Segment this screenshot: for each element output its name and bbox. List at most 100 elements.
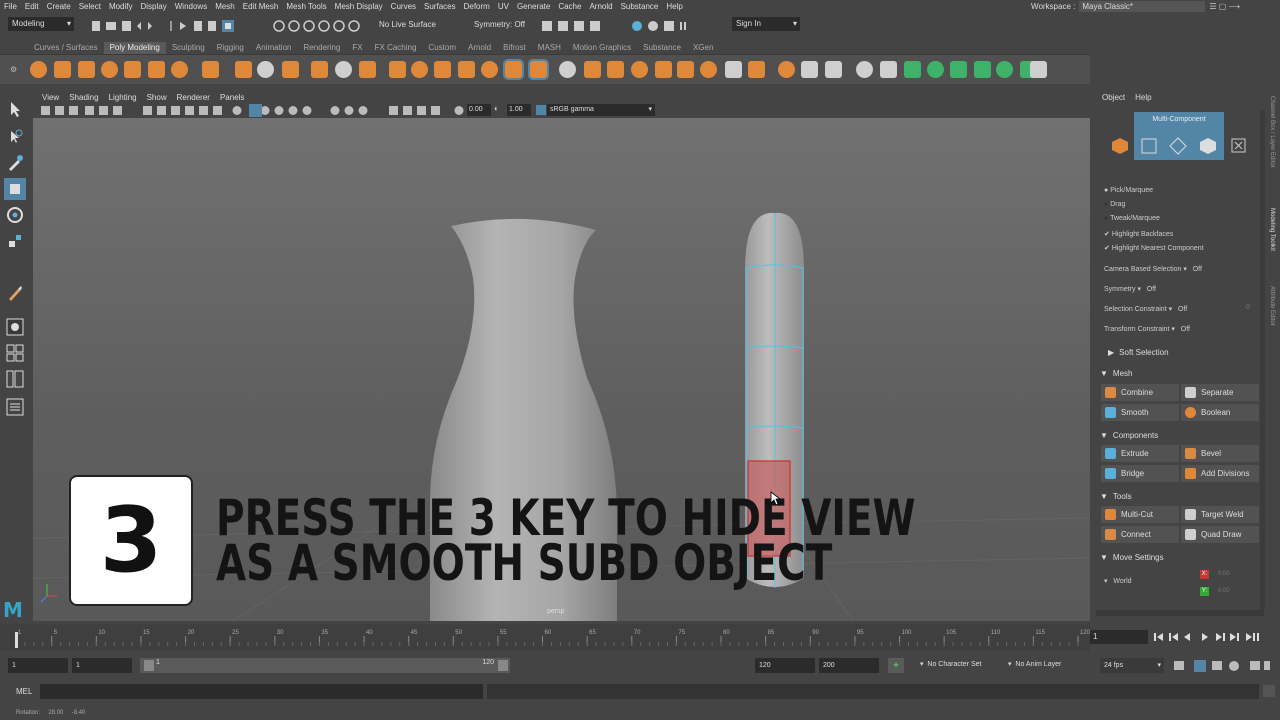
shelf-tool-icon[interactable] (677, 61, 694, 78)
menu-surfaces[interactable]: Surfaces (420, 2, 460, 11)
rotate-tool-icon[interactable] (6, 206, 24, 224)
transform-constraint-row[interactable]: Transform Constraint ▾ Off (1104, 325, 1190, 333)
shelf-tool-icon[interactable] (282, 61, 299, 78)
shelf-tool-icon[interactable] (880, 61, 897, 78)
toolkit-menu-object[interactable]: Object (1102, 93, 1125, 102)
toolkit-menu-help[interactable]: Help (1135, 93, 1151, 102)
combine-button[interactable]: Combine (1101, 384, 1179, 401)
viewport-menu-panels[interactable]: Panels (215, 93, 249, 102)
shelf-tab-substance[interactable]: Substance (637, 42, 687, 54)
snap-icons[interactable] (272, 19, 372, 33)
playback-end-field[interactable]: 120 (755, 658, 815, 673)
channel-box-tab[interactable]: Channel Box / Layer Editor (1269, 96, 1275, 168)
bevel-button[interactable]: Bevel (1181, 445, 1259, 462)
current-frame-field[interactable]: 1 (1090, 630, 1148, 644)
shelf-tab-animation[interactable]: Animation (250, 42, 298, 54)
extrude-button[interactable]: Extrude (1101, 445, 1179, 462)
shelf-gear-icon[interactable]: ⚙ (10, 65, 17, 74)
camera-based-selection-row[interactable]: Camera Based Selection ▾ Off (1104, 265, 1202, 273)
shelf-tool-icon[interactable] (54, 61, 71, 78)
range-tool-icons[interactable] (1172, 659, 1272, 673)
script-editor-icon[interactable] (1263, 685, 1275, 697)
shelf-tool-icon[interactable] (748, 61, 765, 78)
shelf-tool-icon[interactable] (503, 59, 524, 80)
shelf-tool-icon[interactable] (124, 61, 141, 78)
menu-display[interactable]: Display (137, 2, 171, 11)
symmetry-dropdown[interactable]: Symmetry: Off (474, 20, 525, 29)
shelf-tool-icon[interactable] (950, 61, 967, 78)
menu-help[interactable]: Help (662, 2, 686, 11)
menu-arnold[interactable]: Arnold (585, 2, 616, 11)
shelf-tool-icon[interactable] (257, 61, 274, 78)
shelf-tool-icon[interactable] (434, 61, 451, 78)
menu-edit[interactable]: Edit (21, 2, 43, 11)
mel-label[interactable]: MEL (16, 687, 32, 696)
target-weld-button[interactable]: Target Weld (1181, 506, 1259, 523)
shelf-tool-icon[interactable] (607, 61, 624, 78)
x-axis-value[interactable]: 0.00 (1218, 571, 1230, 577)
shelf-tool-icon[interactable] (631, 61, 648, 78)
tools-section-header[interactable]: ▼ Tools (1100, 489, 1262, 503)
persp-outliner-layout-icon[interactable] (6, 370, 24, 388)
shelf-tab-rendering[interactable]: Rendering (297, 42, 346, 54)
fps-dropdown[interactable]: 24 fps ▾ (1100, 658, 1164, 673)
modeling-toolkit-tab[interactable]: Modeling Toolkit (1269, 208, 1275, 251)
menu-file[interactable]: File (0, 2, 21, 11)
command-input[interactable] (40, 684, 483, 699)
shelf-tool-icon[interactable] (927, 61, 944, 78)
paint-select-tool-icon[interactable] (6, 154, 24, 172)
menu-uv[interactable]: UV (494, 2, 513, 11)
symmetry-row[interactable]: Symmetry ▾ Off (1104, 285, 1156, 293)
attribute-editor-tab[interactable]: Attribute Editor (1269, 286, 1275, 326)
animation-end-field[interactable]: 200 (819, 658, 879, 673)
shelf-tool-icon[interactable] (996, 61, 1013, 78)
component-mode-icons[interactable] (1110, 136, 1250, 156)
menu-select[interactable]: Select (75, 2, 105, 11)
range-slider[interactable]: 1 120 (140, 658, 510, 673)
render-icons[interactable] (540, 19, 690, 33)
playback-start-field[interactable]: 1 (72, 658, 132, 673)
shelf-tab-motion-graphics[interactable]: Motion Graphics (567, 42, 637, 54)
outliner-icon[interactable] (6, 398, 24, 416)
shelf-tab-xgen[interactable]: XGen (687, 42, 719, 54)
menu-deform[interactable]: Deform (460, 2, 494, 11)
menu-set-dropdown[interactable]: Modeling ▾ (8, 17, 74, 31)
boolean-button[interactable]: Boolean (1181, 404, 1259, 421)
scale-tool-icon[interactable] (6, 232, 24, 250)
menu-curves[interactable]: Curves (387, 2, 420, 11)
menu-mesh-tools[interactable]: Mesh Tools (282, 2, 330, 11)
shelf-tool-icon[interactable] (389, 61, 406, 78)
shelf-tool-icon[interactable] (359, 61, 376, 78)
quad-draw-button[interactable]: Quad Draw (1181, 526, 1259, 543)
world-dropdown[interactable]: ▾ World (1104, 577, 1132, 585)
bridge-button[interactable]: Bridge (1101, 465, 1179, 482)
menu-modify[interactable]: Modify (105, 2, 137, 11)
viewport-menu-view[interactable]: View (37, 93, 64, 102)
viewport-menu-renderer[interactable]: Renderer (172, 93, 215, 102)
shelf-tool-icon[interactable] (78, 61, 95, 78)
menu-create[interactable]: Create (43, 2, 75, 11)
shelf-tab-mash[interactable]: MASH (532, 42, 567, 54)
menu-mesh-display[interactable]: Mesh Display (331, 2, 387, 11)
shelf-tool-icon[interactable] (778, 61, 795, 78)
anim-layer-dropdown[interactable]: ▾ No Anim Layer (1008, 660, 1061, 668)
menu-edit-mesh[interactable]: Edit Mesh (239, 2, 283, 11)
four-view-layout-icon[interactable] (6, 344, 24, 362)
y-axis-value[interactable]: 0.00 (1218, 588, 1230, 594)
panel-vertical-scrollbar[interactable] (1260, 110, 1265, 610)
menu-generate[interactable]: Generate (513, 2, 554, 11)
gamma-field[interactable]: 1.00 (507, 104, 531, 116)
sign-in-dropdown[interactable]: Sign In ▾ (732, 17, 800, 31)
shelf-tab-fx-caching[interactable]: FX Caching (369, 42, 423, 54)
shelf-tool-icon[interactable] (1030, 61, 1047, 78)
live-surface-label[interactable]: No Live Surface (379, 20, 436, 29)
shelf-tool-icon[interactable] (655, 61, 672, 78)
option-tweak-marquee[interactable]: ● Tweak/Marquee (1104, 215, 1160, 222)
shelf-tool-icon[interactable] (148, 61, 165, 78)
shelf-tab-bifrost[interactable]: Bifrost (497, 42, 532, 54)
shelf-tool-icon[interactable] (584, 61, 601, 78)
separate-button[interactable]: Separate (1181, 384, 1259, 401)
shelf-tool-icon[interactable] (101, 61, 118, 78)
shelf-tab-fx[interactable]: FX (346, 42, 368, 54)
option-pick-marquee[interactable]: ● Pick/Marquee (1104, 187, 1153, 194)
